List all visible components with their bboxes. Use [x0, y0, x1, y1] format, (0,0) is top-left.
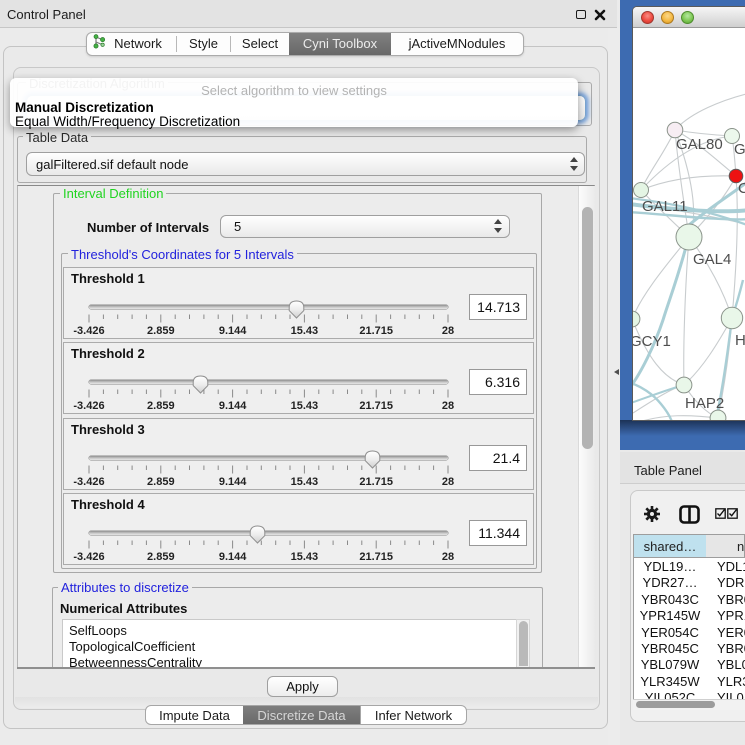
svg-text:HAP2: HAP2: [685, 395, 724, 412]
svg-text:GAL11: GAL11: [642, 198, 688, 215]
svg-text:G.: G.: [734, 141, 745, 158]
svg-text:GCY1: GCY1: [633, 333, 671, 350]
svg-text:C: C: [738, 180, 745, 197]
svg-text:GAL80: GAL80: [676, 136, 723, 153]
svg-text:GAL4: GAL4: [693, 251, 731, 268]
svg-text:H: H: [735, 332, 745, 349]
